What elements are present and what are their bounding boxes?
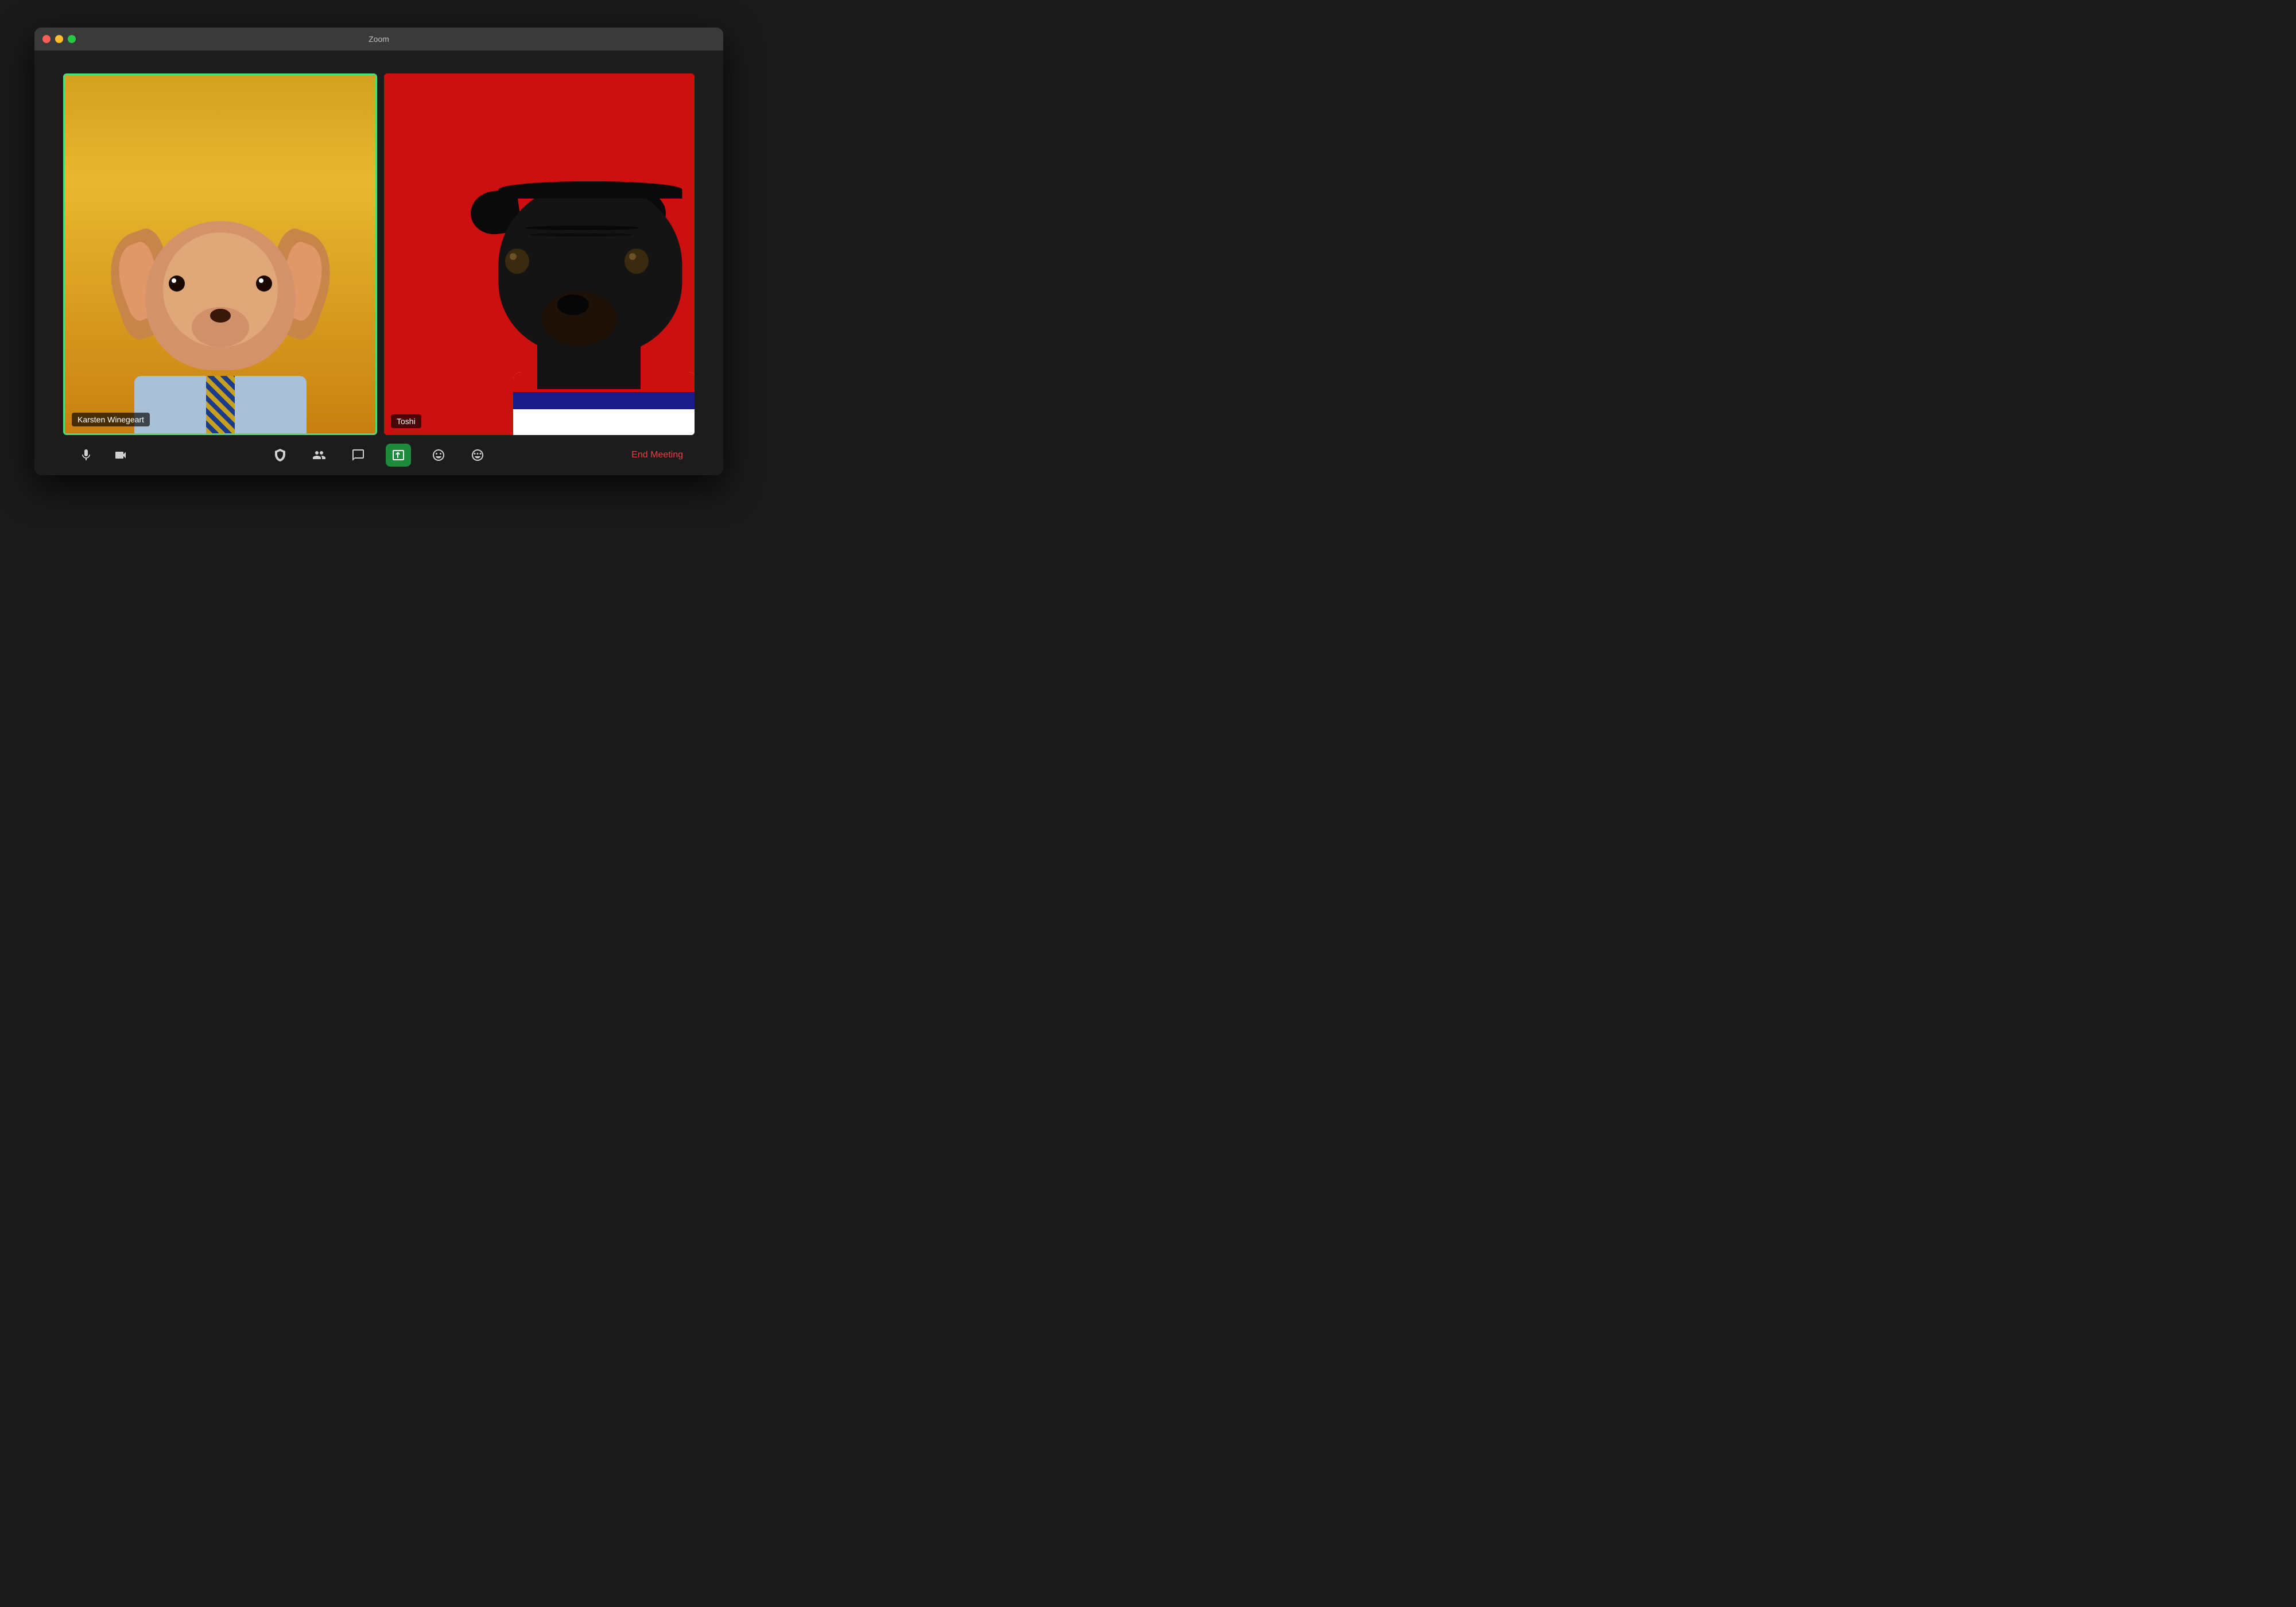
toolbar: End Meeting [63,435,695,475]
participant-label-right: Toshi [391,414,421,428]
video-tile-right: Toshi [384,73,695,435]
titlebar: Zoom [34,28,723,51]
maximize-button[interactable] [68,35,76,43]
video-grid: Karsten Winegeart [63,73,695,435]
reactions-button[interactable] [427,444,450,467]
participants-button[interactable] [308,444,331,467]
video-button[interactable] [109,444,132,467]
chat-button[interactable] [347,444,370,467]
close-button[interactable] [42,35,51,43]
traffic-lights [42,35,76,43]
security-button[interactable] [269,444,292,467]
end-meeting-button[interactable]: End Meeting [631,447,683,464]
mute-button[interactable] [75,444,98,467]
participant-label-left: Karsten Winegeart [72,413,150,426]
toolbar-center [269,444,489,467]
share-screen-button[interactable] [386,444,411,467]
zoom-window: Zoom [34,28,723,475]
apps-button[interactable] [466,444,489,467]
video-tile-left: Karsten Winegeart [63,73,377,435]
video-background-right [384,73,695,435]
video-background-left [65,75,375,433]
window-title: Zoom [369,34,389,44]
toolbar-right: End Meeting [631,447,683,464]
toolbar-left [75,444,132,467]
content-area: Karsten Winegeart [34,51,723,475]
minimize-button[interactable] [55,35,63,43]
